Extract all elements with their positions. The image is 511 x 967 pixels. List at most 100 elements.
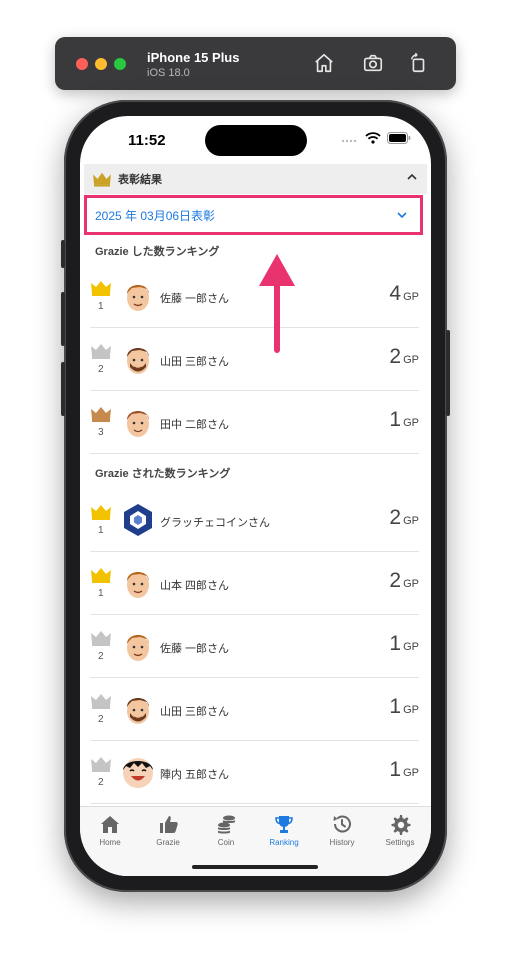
rank-number: 3 [98,427,104,438]
avatar [120,691,156,727]
device-name: iPhone 15 Plus [147,50,240,65]
ranking-row[interactable]: 3 田中 二郎さん 1 GP [90,391,419,454]
zoom-window-button[interactable] [114,58,126,70]
gp-unit: GP [403,515,419,527]
rank-number: 2 [98,714,104,725]
honorific-suffix: さん [207,643,230,655]
tab-ranking[interactable]: Ranking [255,813,313,853]
rank-number: 1 [98,588,104,599]
home-indicator [192,865,318,869]
rank-number: 2 [98,777,104,788]
crown-icon [90,405,112,423]
user-name-text: 陣内 五郎 [160,769,208,781]
gp-value: 1 [389,758,402,781]
simulator-toolbar: iPhone 15 Plus iOS 18.0 [55,37,456,90]
user-name: 田中 二郎さん [160,416,229,432]
user-name: 山本 四郎さん [160,577,229,593]
dynamic-island [205,125,307,156]
crown-icon [90,279,112,297]
wifi-icon [365,132,381,144]
avatar [120,565,156,601]
avatar [120,404,156,440]
gp-unit: GP [403,704,419,716]
annotation-arrow [255,250,299,354]
close-window-button[interactable] [76,58,88,70]
tab-label: Settings [385,838,415,847]
action-button [61,240,65,268]
gp-unit: GP [403,291,419,303]
volume-down-button [61,362,65,416]
ranking-row[interactable]: 1 グラッチェコインさん 2 GP [90,489,419,552]
rank-number: 2 [98,364,104,375]
coins-icon [218,815,235,834]
collapse-caret-icon[interactable] [407,170,417,184]
rank-number: 2 [98,651,104,662]
grazie-points: 1 GP [389,632,419,656]
tab-settings[interactable]: Settings [371,813,429,853]
award-date-select[interactable]: 2025 年 03月06日表彰 [84,195,423,235]
user-name: 陣内 五郎さん [160,766,229,782]
battery-icon [387,132,411,144]
status-time: 11:52 [128,132,166,149]
grazie-points: 1 GP [389,408,419,432]
grazie-points: 1 GP [389,758,419,782]
ranking-row[interactable]: 2 山田 三郎さん 1 GP [90,678,419,741]
honorific-suffix: さん [207,419,230,431]
crown-icon [93,172,111,187]
gp-unit: GP [403,641,419,653]
gp-unit: GP [403,578,419,590]
minimize-window-button[interactable] [95,58,107,70]
honorific-suffix: さん [207,356,230,368]
user-name-text: グラッチェコイン [160,517,248,529]
award-results-header[interactable]: 表彰結果 [84,164,427,194]
received-ranking-title: Grazie された数ランキング [95,468,231,480]
user-name-text: 山本 四郎 [160,580,208,592]
user-name: 佐藤 一郎さん [160,290,229,306]
tab-grazie[interactable]: Grazie [139,813,197,853]
gp-unit: GP [403,767,419,779]
gp-value: 2 [389,506,402,529]
grazie-points: 2 GP [389,345,419,369]
honorific-suffix: さん [207,293,230,305]
grazie-points: 1 GP [389,695,419,719]
given-ranking-title: Grazie した数ランキング [95,246,220,258]
user-name-text: 山田 三郎 [160,706,208,718]
gp-value: 1 [389,632,402,655]
rotate-icon[interactable] [407,52,429,74]
user-name-text: 佐藤 一郎 [160,293,208,305]
honorific-suffix: さん [207,580,230,592]
status-icons [341,132,411,144]
crown-icon [90,692,112,710]
chevron-down-icon [396,207,408,225]
user-name-text: 山田 三郎 [160,356,208,368]
gear-icon [391,815,411,835]
ranking-row[interactable]: 2 佐藤 一郎さん 1 GP [90,615,419,678]
gp-value: 2 [389,345,402,368]
tab-home[interactable]: Home [81,813,139,853]
tab-label: Grazie [156,838,180,847]
tab-history[interactable]: History [313,813,371,853]
rank-number: 1 [98,301,104,312]
gp-value: 2 [389,569,402,592]
ranking-row[interactable]: 1 山本 四郎さん 2 GP [90,552,419,615]
tab-coin[interactable]: Coin [197,813,255,853]
avatar [120,278,156,314]
power-button [446,330,450,416]
home-icon[interactable] [313,52,335,74]
ranking-row[interactable]: 2 陣内 五郎さん 1 GP [90,741,419,804]
user-name: 佐藤 一郎さん [160,640,229,656]
gp-value: 1 [389,695,402,718]
crown-icon [90,503,112,521]
tab-label: Ranking [269,838,299,847]
app-screen: 11:52 表彰結果 2025 年 03月06日表彰 Grazie した数ランキ… [80,116,431,876]
avatar [120,502,156,538]
crown-icon [90,342,112,360]
gp-unit: GP [403,354,419,366]
grazie-points: 2 GP [389,569,419,593]
gp-value: 1 [389,408,402,431]
history-icon [333,815,351,833]
screenshot-icon[interactable] [362,52,384,74]
home-icon [101,816,119,833]
gp-unit: GP [403,417,419,429]
award-date-value: 2025 年 03月06日表彰 [95,208,216,223]
